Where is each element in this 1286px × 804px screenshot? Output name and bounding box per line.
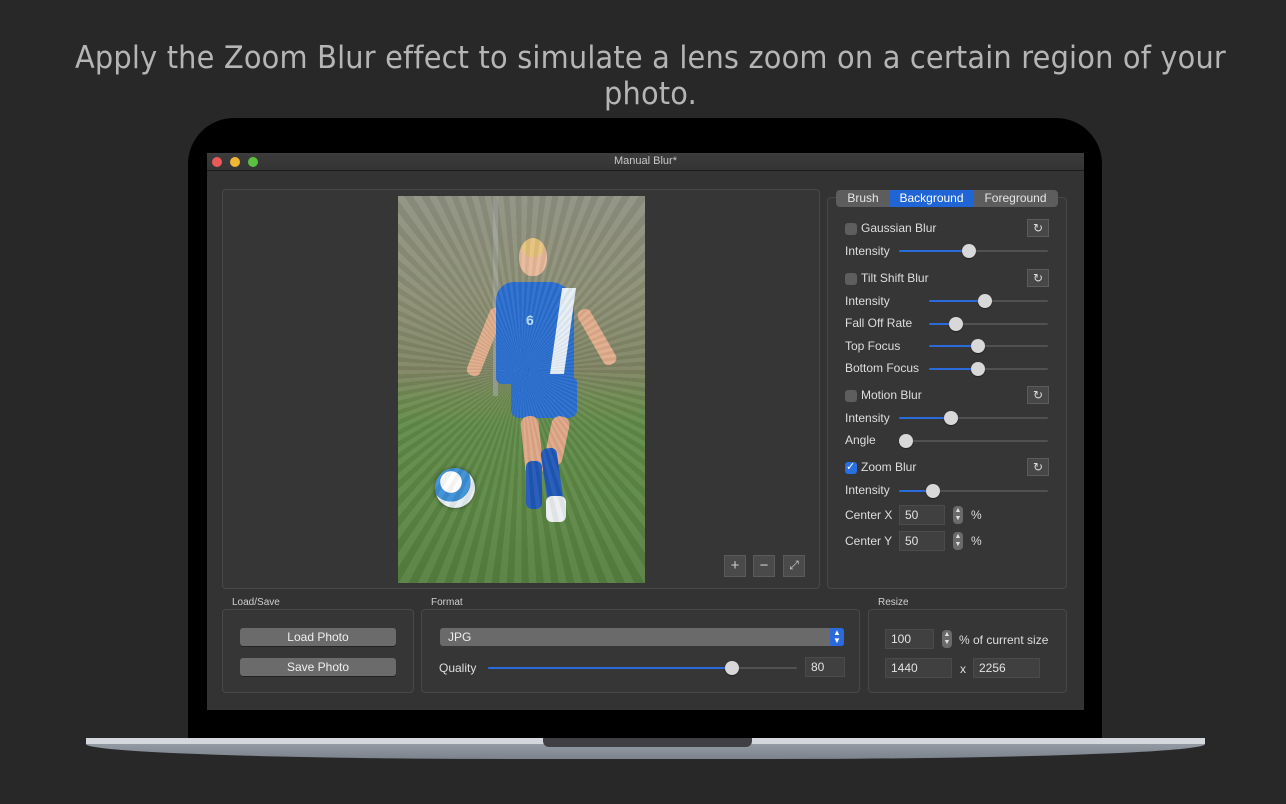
load-save-group-label: Load/Save bbox=[232, 597, 280, 608]
slider-fill bbox=[929, 300, 985, 302]
format-group bbox=[421, 609, 860, 693]
center-x-stepper[interactable]: ▲ ▼ bbox=[953, 506, 963, 524]
resize-times-label: x bbox=[960, 662, 966, 676]
slider-knob[interactable] bbox=[899, 434, 913, 448]
center-x-label: Center X bbox=[845, 508, 893, 522]
tab-background[interactable]: Background bbox=[890, 190, 973, 207]
center-y-stepper[interactable]: ▲ ▼ bbox=[953, 532, 963, 550]
gaussian-intensity-slider[interactable] bbox=[899, 244, 1048, 258]
format-select-value: JPG bbox=[448, 630, 472, 644]
tilt-shift-label: Tilt Shift Blur bbox=[861, 271, 929, 285]
tab-brush[interactable]: Brush bbox=[836, 190, 890, 207]
motion-intensity-slider[interactable] bbox=[899, 411, 1048, 425]
minus-icon: − bbox=[759, 557, 769, 574]
zoom-blur-label: Zoom Blur bbox=[861, 460, 917, 474]
title-bar: Manual Blur* bbox=[207, 153, 1084, 171]
app-window: Manual Blur* 6 + − ⤢ Brush Background Fo… bbox=[207, 153, 1084, 710]
plus-icon: + bbox=[730, 557, 740, 574]
save-photo-button[interactable]: Save Photo bbox=[240, 658, 396, 676]
resize-group bbox=[868, 609, 1067, 693]
reset-icon: ↻ bbox=[1032, 271, 1044, 285]
gaussian-intensity-label: Intensity bbox=[845, 244, 890, 258]
zoom-blur-overlay bbox=[398, 196, 645, 583]
select-arrows-icon: ▲ ▼ bbox=[830, 628, 844, 646]
tilt-shift-reset-button[interactable]: ↻ bbox=[1027, 269, 1049, 287]
tilt-shift-checkbox[interactable] bbox=[845, 273, 857, 285]
slider-knob[interactable] bbox=[962, 244, 977, 258]
motion-blur-checkbox[interactable] bbox=[845, 390, 857, 402]
zoom-reset-button[interactable]: ↻ bbox=[1027, 458, 1049, 476]
window-title: Manual Blur* bbox=[614, 155, 677, 167]
quality-slider[interactable] bbox=[488, 661, 797, 675]
reset-icon: ↻ bbox=[1032, 460, 1044, 474]
resize-width-field[interactable]: 1440 bbox=[885, 658, 952, 678]
gaussian-blur-checkbox[interactable] bbox=[845, 223, 857, 235]
zoom-intensity-slider[interactable] bbox=[899, 484, 1048, 498]
center-y-field[interactable]: 50 bbox=[899, 531, 945, 551]
falloff-label: Fall Off Rate bbox=[845, 316, 913, 330]
slider-knob[interactable] bbox=[977, 294, 992, 308]
quality-label: Quality bbox=[439, 661, 477, 675]
center-x-field[interactable]: 50 bbox=[899, 505, 945, 525]
bottom-focus-label: Bottom Focus bbox=[845, 361, 920, 375]
top-focus-label: Top Focus bbox=[845, 339, 901, 353]
angle-slider[interactable] bbox=[899, 434, 1048, 448]
format-group-label: Format bbox=[431, 597, 463, 608]
laptop-notch bbox=[543, 738, 752, 747]
preview-panel: 6 + − ⤢ bbox=[222, 189, 820, 589]
top-focus-slider[interactable] bbox=[929, 339, 1048, 353]
tilt-intensity-label: Intensity bbox=[845, 294, 890, 308]
slider-knob[interactable] bbox=[970, 339, 985, 353]
resize-group-label: Resize bbox=[878, 597, 909, 608]
zoom-intensity-label: Intensity bbox=[845, 483, 890, 497]
falloff-slider[interactable] bbox=[929, 317, 1048, 331]
fit-to-window-button[interactable]: ⤢ bbox=[783, 555, 805, 577]
load-save-group bbox=[222, 609, 414, 693]
zoom-in-button[interactable]: + bbox=[724, 555, 746, 577]
photo-preview[interactable]: 6 bbox=[398, 196, 645, 583]
slider-knob[interactable] bbox=[970, 362, 985, 376]
zoom-out-button[interactable]: − bbox=[753, 555, 775, 577]
slider-fill bbox=[488, 667, 733, 669]
quality-field[interactable]: 80 bbox=[805, 657, 845, 677]
gaussian-reset-button[interactable]: ↻ bbox=[1027, 219, 1049, 237]
reset-icon: ↻ bbox=[1032, 221, 1044, 235]
resize-percent-suffix: % of current size bbox=[959, 633, 1049, 647]
motion-blur-label: Motion Blur bbox=[861, 388, 922, 402]
tab-foreground[interactable]: Foreground bbox=[973, 190, 1058, 207]
bottom-focus-slider[interactable] bbox=[929, 362, 1048, 376]
zoom-blur-checkbox[interactable] bbox=[845, 460, 857, 474]
slider-knob[interactable] bbox=[725, 661, 740, 675]
mode-tabs: Brush Background Foreground bbox=[836, 190, 1058, 207]
motion-reset-button[interactable]: ↻ bbox=[1027, 386, 1049, 404]
center-y-label: Center Y bbox=[845, 534, 893, 548]
gaussian-blur-label: Gaussian Blur bbox=[861, 221, 937, 235]
load-photo-button[interactable]: Load Photo bbox=[240, 628, 396, 646]
center-y-unit: % bbox=[971, 534, 982, 548]
slider-fill bbox=[899, 250, 970, 252]
resize-percent-field[interactable]: 100 bbox=[885, 629, 934, 649]
center-x-unit: % bbox=[971, 508, 982, 522]
tilt-intensity-slider[interactable] bbox=[929, 294, 1048, 308]
resize-height-field[interactable]: 2256 bbox=[973, 658, 1040, 678]
format-select[interactable]: JPG ▲ ▼ bbox=[440, 628, 844, 646]
expand-icon: ⤢ bbox=[789, 558, 799, 572]
angle-label: Angle bbox=[845, 433, 876, 447]
resize-percent-stepper[interactable]: ▲ ▼ bbox=[942, 630, 952, 648]
headline: Apply the Zoom Blur effect to simulate a… bbox=[75, 40, 1226, 112]
reset-icon: ↻ bbox=[1032, 388, 1044, 402]
motion-intensity-label: Intensity bbox=[845, 411, 890, 425]
